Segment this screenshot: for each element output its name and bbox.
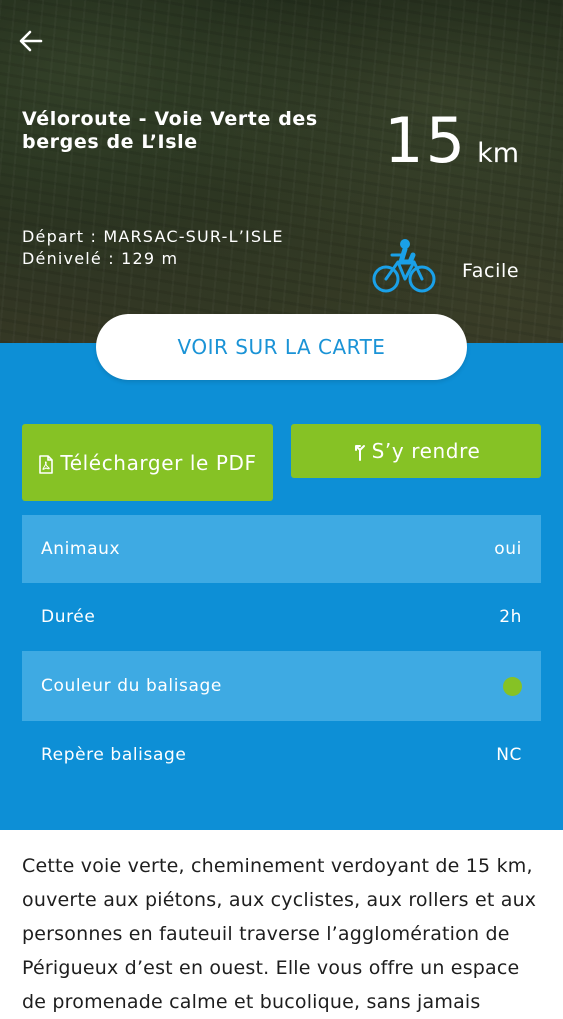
detail-value: NC [496, 745, 522, 765]
back-button[interactable] [16, 26, 46, 56]
directions-icon [354, 445, 365, 461]
detail-row-duree: Durée 2h [22, 583, 541, 651]
detail-label: Durée [41, 607, 96, 627]
route-distance: 15 km [384, 104, 519, 177]
detail-label: Repère balisage [41, 745, 187, 765]
directions-button[interactable]: S’y rendre [291, 424, 541, 478]
balisage-color-dot [503, 676, 522, 696]
detail-row-repere-balisage: Repère balisage NC [22, 721, 541, 789]
difficulty-label: Facile [462, 260, 520, 282]
pdf-file-icon [39, 454, 54, 474]
detail-row-couleur-balisage: Couleur du balisage [22, 651, 541, 721]
directions-label: S’y rendre [371, 439, 481, 463]
view-on-map-button[interactable]: VOIR SUR LA CARTE [96, 314, 467, 380]
detail-label: Couleur du balisage [41, 676, 222, 696]
download-pdf-button[interactable]: Télécharger le PDF [22, 424, 273, 501]
detail-label: Animaux [41, 539, 121, 559]
route-meta: Départ : MARSAC-SUR-L’ISLE Dénivelé : 12… [22, 226, 284, 270]
detail-row-animaux: Animaux oui [22, 515, 541, 583]
route-description: Cette voie verte, cheminement verdoyant … [22, 855, 537, 1013]
route-title: Véloroute - Voie Verte des berges de L’I… [22, 108, 318, 153]
arrow-left-icon [19, 30, 43, 52]
distance-value: 15 [384, 104, 468, 177]
detail-value: oui [494, 539, 522, 559]
distance-unit: km [477, 138, 519, 169]
detail-value: 2h [499, 607, 522, 627]
download-pdf-label: Télécharger le PDF [60, 450, 257, 475]
hero-header: Véloroute - Voie Verte des berges de L’I… [0, 0, 563, 343]
denivele-text: Dénivelé : 129 m [22, 249, 179, 268]
bicycle-icon [372, 239, 436, 293]
depart-text: Départ : MARSAC-SUR-L’ISLE [22, 227, 284, 246]
